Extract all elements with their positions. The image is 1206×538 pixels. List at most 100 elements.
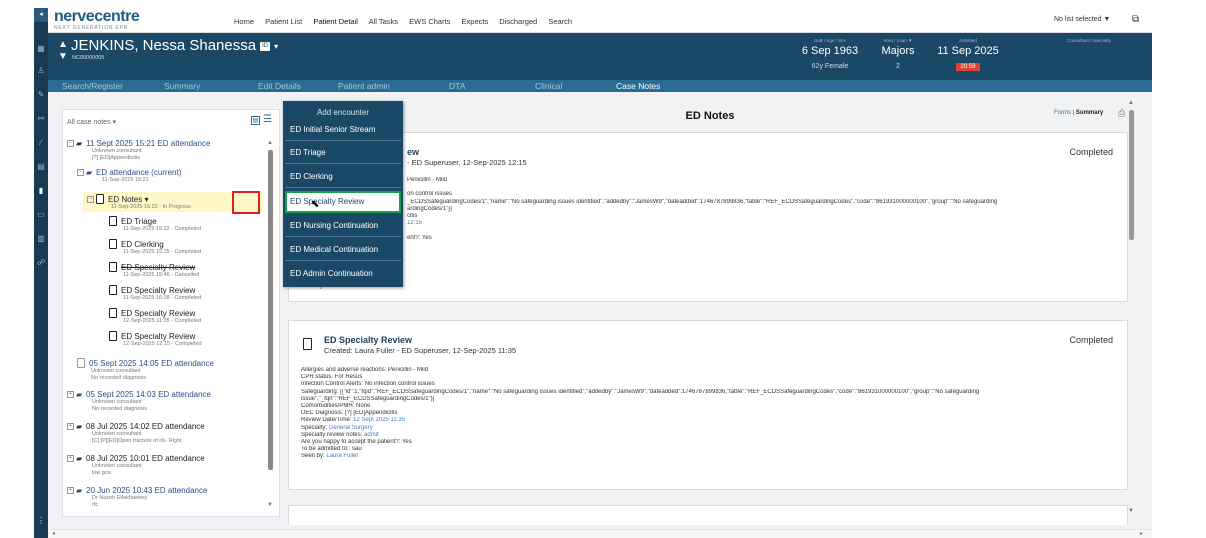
tab-edit-details[interactable]: Edit Details bbox=[258, 81, 301, 91]
horizontal-scrollbar[interactable]: ◂ ▸ bbox=[48, 529, 1152, 538]
tab-patient-admin[interactable]: Patient admin bbox=[338, 81, 390, 91]
collapse-icon[interactable]: − bbox=[67, 140, 74, 148]
dd-ed-clerking[interactable]: ED Clerking bbox=[285, 166, 401, 188]
printer-icon[interactable]: ⎙ bbox=[1118, 108, 1125, 119]
folder-icon: ▰ bbox=[76, 139, 83, 148]
chevron-down-icon[interactable]: ▾ bbox=[274, 42, 278, 51]
scroll-down-icon[interactable]: ▼ bbox=[267, 502, 273, 508]
notes-scrollbar[interactable] bbox=[1129, 110, 1134, 240]
menu-icon[interactable]: ☰ bbox=[263, 114, 272, 125]
note-card-3[interactable] bbox=[288, 505, 1128, 525]
note-card-2[interactable]: ED Specialty Review Created: Laura Fulle… bbox=[288, 320, 1128, 490]
document-icon bbox=[109, 239, 117, 249]
scroll-right-icon[interactable]: ▸ bbox=[1140, 530, 1143, 537]
tree-item-attendance-05sep-1403[interactable]: + ▰ 05 Sept 2025 14:03 ED attendance Unkno… bbox=[67, 390, 211, 413]
tree-item-attendance-20jun[interactable]: + ▰ 20 Jun 2025 10:43 ED attendance Dr Naz… bbox=[67, 486, 207, 509]
tree-item-ed-notes[interactable]: − ED Notes ▾ 11-Sep-2025 15:22 - In Progr… bbox=[87, 194, 191, 211]
patient-banner: ▲ ▼ JENKINS, Nessa Shanessa ID ▾ NC0000000… bbox=[48, 33, 1152, 80]
scroll-left-icon[interactable]: ◂ bbox=[52, 530, 55, 537]
people-icon[interactable]: ☍ bbox=[36, 258, 46, 268]
nav-patient-list[interactable]: Patient List bbox=[265, 17, 302, 26]
list-selector[interactable]: No list selected ▼ bbox=[1054, 16, 1110, 23]
collapse-rail-button[interactable]: ◂ bbox=[34, 8, 48, 22]
nav-expects[interactable]: Expects bbox=[462, 17, 489, 26]
tree-item-attendance-05sep-1405[interactable]: 05 Sept 2025 14:05 ED attendance Unknown… bbox=[77, 358, 214, 382]
collapse-icon[interactable]: − bbox=[87, 196, 94, 204]
clipboard-icon[interactable]: ▮ bbox=[36, 186, 46, 196]
tab-case-notes[interactable]: Case Notes bbox=[616, 81, 660, 91]
tab-dta[interactable]: DTA bbox=[449, 81, 465, 91]
expand-icon[interactable]: + bbox=[67, 391, 74, 399]
area-header: Area / Loan ▼ bbox=[883, 38, 913, 43]
calendar-icon[interactable]: ▤ bbox=[251, 116, 260, 125]
tree-item-specialty-review-cancelled[interactable]: ED Specialty Review 11-Sep-2025 15:46 - … bbox=[109, 262, 199, 279]
age-sex: 62y Female bbox=[811, 63, 849, 70]
collapse-icon[interactable]: − bbox=[77, 169, 84, 177]
scroll-down-icon[interactable]: ▼ bbox=[1128, 508, 1134, 514]
card-created: Created: Laura Fuller - ED Superuser, 12… bbox=[324, 346, 517, 355]
summary-link[interactable]: Summary bbox=[1076, 110, 1103, 116]
area-column[interactable]: Area / Loan ▼ Majors 2 bbox=[863, 38, 933, 70]
logo-main: nervecentre bbox=[54, 8, 140, 25]
expand-icon[interactable]: + bbox=[67, 455, 74, 463]
tree-item-attendance-11sep[interactable]: − ▰ 11 Sept 2025 15:21 ED attendance Unkno… bbox=[67, 139, 210, 162]
bed-icon[interactable]: ⁄ bbox=[36, 138, 46, 148]
dd-ed-nursing-continuation[interactable]: ED Nursing Continuation bbox=[285, 215, 401, 237]
chart-icon[interactable]: ▥ bbox=[36, 234, 46, 244]
scroll-up-icon[interactable]: ▲ bbox=[1128, 100, 1134, 106]
more-icon[interactable]: ⋮ bbox=[34, 516, 48, 528]
card-body: Allergies and adverse reactions: Penicil… bbox=[301, 367, 980, 460]
case-notes-panel: All case notes ▾ ▤ ☰ ▲ ▼ − ▰ 11 Sept 2025 … bbox=[62, 109, 280, 517]
document-icon bbox=[303, 338, 312, 350]
note-card-1[interactable]: ew - ED Superuser, 12-Sep-2025 12:15 Com… bbox=[288, 132, 1128, 302]
tree-item-attendance-08jul-1001[interactable]: + ▰ 08 Jul 2025 10:01 ED attendance Unknow… bbox=[67, 454, 205, 477]
tree-item-attendance-08jul-1402[interactable]: + ▰ 08 Jul 2025 14:02 ED attendance Unknow… bbox=[67, 422, 205, 445]
dd-ed-medical-continuation[interactable]: ED Medical Continuation bbox=[285, 239, 401, 261]
left-rail: ◂ ▦ ♙ ✎ ⚯ ⁄ ▤ ▮ ▭ ▥ ☍ ⋮ bbox=[34, 8, 48, 538]
expand-icon[interactable]: + bbox=[67, 423, 74, 431]
nav-patient-detail[interactable]: Patient Detail bbox=[313, 17, 358, 26]
card-title: ED Specialty Review bbox=[324, 335, 413, 345]
dd-ed-initial-senior-stream[interactable]: ED Initial Senior Stream bbox=[285, 119, 401, 141]
person-icon[interactable]: ♙ bbox=[36, 66, 46, 76]
tree-item-specialty-review-3[interactable]: ED Specialty Review 12-Sep-2025 12:15 - … bbox=[109, 331, 202, 348]
dd-ed-triage[interactable]: ED Triage bbox=[285, 142, 401, 164]
tree-item-ed-clerking[interactable]: ED Clerking 11-Sep-2025 15:25 - Complete… bbox=[109, 239, 201, 256]
list-icon[interactable]: ▤ bbox=[36, 162, 46, 172]
network-icon[interactable]: ⚯ bbox=[36, 114, 46, 124]
forms-link[interactable]: Forms bbox=[1054, 110, 1071, 116]
area-value: Majors bbox=[881, 45, 915, 57]
next-patient-icon[interactable]: ▼ bbox=[58, 51, 68, 62]
id-badge: ID bbox=[260, 41, 271, 51]
document-icon bbox=[77, 358, 85, 368]
scroll-up-icon[interactable]: ▲ bbox=[267, 140, 273, 146]
grid-icon[interactable]: ▦ bbox=[36, 44, 46, 54]
document-icon bbox=[109, 216, 117, 226]
logo-sub: NEXT GENERATION EPR bbox=[54, 25, 129, 31]
nav-search[interactable]: Search bbox=[548, 17, 572, 26]
window-icon[interactable]: ⧉ bbox=[1132, 14, 1139, 25]
tab-clinical[interactable]: Clinical bbox=[535, 81, 562, 91]
patient-name[interactable]: JENKINS, Nessa Shanessa ID ▾ bbox=[71, 37, 278, 54]
tree-item-specialty-review-2[interactable]: ED Specialty Review 12-Sep-2025 11:35 - … bbox=[109, 308, 201, 325]
prev-patient-icon[interactable]: ▲ bbox=[58, 39, 68, 50]
nav-ews-charts[interactable]: EWS Charts bbox=[409, 17, 450, 26]
tree-item-ed-attendance-current[interactable]: − ▰ ED attendance (current) 11-Sep-2025 15… bbox=[77, 168, 181, 184]
bed-icon[interactable]: ▭ bbox=[36, 210, 46, 220]
tree-item-ed-triage[interactable]: ED Triage 11-Sep-2025 15:22 - Completed bbox=[109, 216, 201, 233]
document-icon bbox=[109, 308, 117, 318]
document-icon bbox=[96, 194, 104, 204]
case-panel-scrollbar[interactable] bbox=[268, 150, 273, 470]
pen-icon[interactable]: ✎ bbox=[36, 90, 46, 100]
expand-icon[interactable]: + bbox=[67, 487, 74, 495]
dd-ed-specialty-review[interactable]: ED Specialty Review bbox=[285, 191, 401, 213]
tab-summary[interactable]: Summary bbox=[164, 81, 200, 91]
tree-item-specialty-review-1[interactable]: ED Specialty Review 11-Sep-2025 16:08 - … bbox=[109, 285, 201, 302]
dd-ed-admin-continuation[interactable]: ED Admin Continuation bbox=[285, 263, 401, 285]
nav-discharged[interactable]: Discharged bbox=[499, 17, 537, 26]
nav-home[interactable]: Home bbox=[234, 17, 254, 26]
nav-all-tasks[interactable]: All Tasks bbox=[369, 17, 398, 26]
area-sub: 2 bbox=[896, 63, 900, 70]
tab-search-register[interactable]: Search/Register bbox=[62, 81, 123, 91]
case-notes-filter[interactable]: All case notes ▾ bbox=[67, 118, 116, 126]
